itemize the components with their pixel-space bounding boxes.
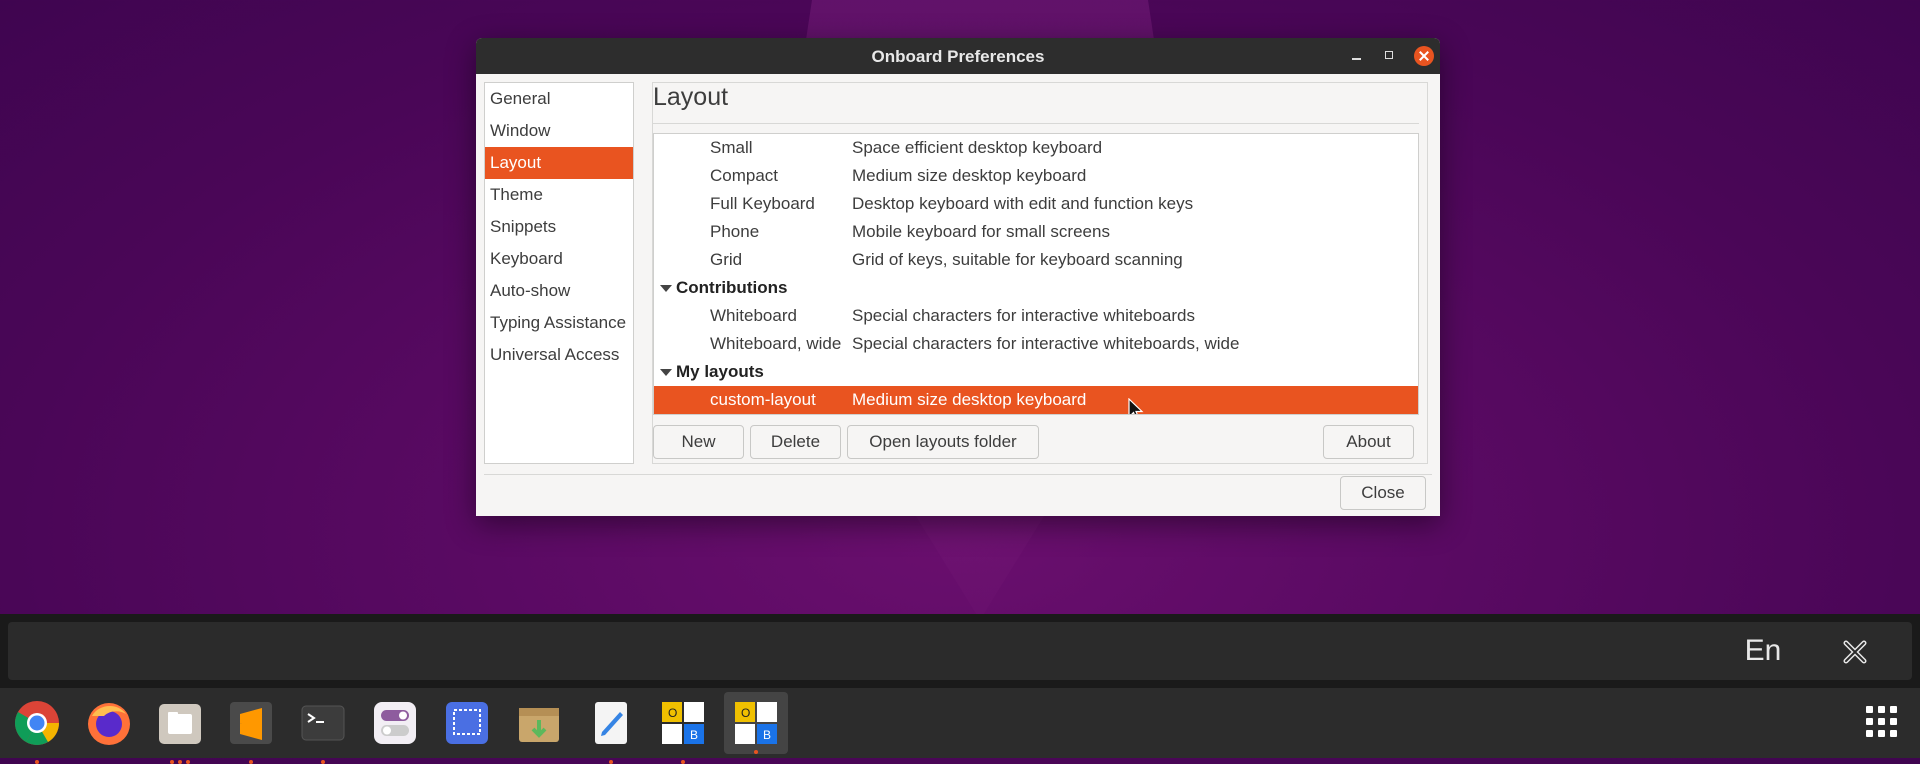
group-label: My layouts [676,362,764,381]
layout-row-selected[interactable]: custom-layout Medium size desktop keyboa… [654,386,1418,414]
expander-down-icon[interactable] [660,369,672,376]
sidebar: General Window Layout Theme Snippets Key… [484,82,634,464]
sublime-text-icon[interactable] [226,698,276,764]
window-title: Onboard Preferences [871,47,1045,66]
language-key[interactable]: En [1728,622,1798,680]
archive-manager-icon[interactable] [514,698,564,748]
group-label: Contributions [676,278,788,297]
sidebar-item-general[interactable]: General [485,83,633,115]
svg-text:B: B [763,728,771,742]
sidebar-item-auto-show[interactable]: Auto-show [485,275,633,307]
layout-name: Phone [710,222,760,241]
layout-row[interactable]: Whiteboard Special characters for intera… [654,302,1418,330]
show-applications-icon[interactable] [1866,706,1898,738]
title-divider [653,123,1419,124]
running-indicator [170,760,174,764]
layout-name: Whiteboard [710,306,797,325]
files-icon[interactable] [155,698,205,764]
layout-name: Small [710,138,753,157]
mouse-pointer-icon [1128,398,1144,414]
running-indicator [249,760,253,764]
layout-name: Grid [710,250,743,269]
open-layouts-folder-button[interactable]: Open layouts folder [847,425,1039,459]
tweaks-icon[interactable] [370,698,420,748]
running-indicator [321,760,325,764]
svg-text:B: B [690,728,698,742]
preferences-dialog: Onboard Preferences General Window Layou… [476,38,1440,516]
footer-divider [484,474,1432,475]
svg-text:O: O [741,706,750,720]
layout-row[interactable]: Phone Mobile keyboard for small screens [654,218,1418,246]
running-indicator [754,750,758,754]
running-indicator [186,760,190,764]
layout-description: Medium size desktop keyboard [852,166,1087,185]
titlebar: Onboard Preferences [476,38,1440,74]
layout-name: custom-layout [710,390,816,409]
sidebar-item-keyboard[interactable]: Keyboard [485,243,633,275]
layout-description: Medium size desktop keyboard [852,390,1087,409]
running-indicator [35,760,39,764]
sidebar-item-window[interactable]: Window [485,115,633,147]
layout-name: Full Keyboard [710,194,815,213]
close-button[interactable]: Close [1340,476,1426,510]
layout-name: Compact [710,166,779,185]
layout-tree: Small Space efficient desktop keyboard C… [653,133,1419,415]
dock: O B O B [0,688,1920,764]
maximize-button[interactable] [1380,46,1400,66]
delete-button[interactable]: Delete [750,425,841,459]
expander-down-icon[interactable] [660,285,672,292]
layout-name: Whiteboard, wide [710,334,842,353]
layout-panel: Layout Small Space efficient desktop key… [652,82,1428,464]
onboard-icon[interactable]: O B [724,692,788,754]
group-row-contributions[interactable]: Contributions [654,274,1418,302]
about-button[interactable]: About [1323,425,1414,459]
screenshot-icon[interactable] [442,698,492,748]
layout-description: Desktop keyboard with edit and function … [852,194,1194,213]
layout-description: Grid of keys, suitable for keyboard scan… [852,250,1183,269]
layout-description: Space efficient desktop keyboard [852,138,1103,157]
close-keyboard-icon[interactable] [1840,637,1870,667]
layout-row[interactable]: Grid Grid of keys, suitable for keyboard… [654,246,1418,274]
running-indicator [178,760,182,764]
layout-description: Special characters for interactive white… [852,334,1240,353]
running-indicator [609,760,613,764]
layout-row[interactable]: Full Keyboard Desktop keyboard with edit… [654,190,1418,218]
close-window-button[interactable] [1414,46,1434,66]
running-indicator [681,760,685,764]
chrome-icon[interactable] [12,698,62,764]
new-button[interactable]: New [653,425,744,459]
layout-row[interactable]: Whiteboard, wide Special characters for … [654,330,1418,358]
onboard-keyboard: En [0,614,1920,688]
layout-row[interactable]: Compact Medium size desktop keyboard [654,162,1418,190]
minimize-button[interactable] [1346,46,1366,66]
layout-description: Mobile keyboard for small screens [852,222,1110,241]
page-title: Layout [653,83,729,111]
sidebar-item-universal-access[interactable]: Universal Access [485,339,633,371]
onboard-settings-icon[interactable]: O B [658,698,708,764]
sidebar-item-snippets[interactable]: Snippets [485,211,633,243]
firefox-icon[interactable] [84,698,134,748]
sidebar-item-theme[interactable]: Theme [485,179,633,211]
text-editor-icon[interactable] [586,698,636,764]
sidebar-item-typing-assistance[interactable]: Typing Assistance [485,307,633,339]
sidebar-item-layout[interactable]: Layout [485,147,633,179]
layout-row[interactable]: Small Space efficient desktop keyboard [654,134,1418,162]
group-row-my-layouts[interactable]: My layouts [654,358,1418,386]
svg-text:O: O [668,706,677,720]
keyboard-panel: En [8,622,1912,680]
layout-description: Special characters for interactive white… [852,306,1195,325]
terminal-icon[interactable] [298,698,348,764]
